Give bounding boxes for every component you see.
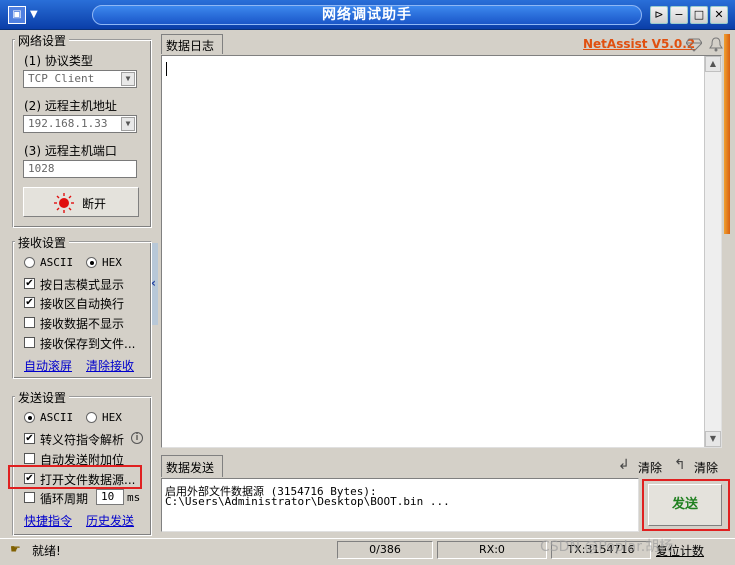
send-ascii-radio[interactable] bbox=[24, 412, 35, 423]
log-mode-checkbox[interactable]: ✔ bbox=[24, 278, 35, 289]
window-title: 网络调试助手 bbox=[92, 5, 642, 25]
chevron-down-icon[interactable]: ▼ bbox=[121, 72, 135, 86]
scroll-up-arrow-icon[interactable]: ▲ bbox=[705, 56, 721, 72]
log-scrollbar[interactable]: ▲ ▼ bbox=[704, 56, 721, 447]
send-text-line-2: C:\Users\Administrator\Desktop\BOOT.bin … bbox=[165, 495, 450, 508]
close-button[interactable]: ✕ bbox=[710, 6, 728, 24]
app-icon[interactable]: ▣ bbox=[8, 6, 26, 24]
file-source-checkbox[interactable]: ✔ bbox=[24, 473, 35, 484]
auto-scroll-link[interactable]: 自动滚屏 bbox=[24, 357, 72, 374]
status-ready-icon: ☛ bbox=[10, 542, 21, 556]
clear-receive-link[interactable]: 清除接收 bbox=[86, 357, 134, 374]
remote-host-value: 192.168.1.33 bbox=[28, 117, 108, 130]
file-source-label: 打开文件数据源... bbox=[40, 473, 136, 487]
clear-send-button-1[interactable]: 清除 bbox=[638, 459, 662, 476]
version-link[interactable]: NetAssist V5.0.2 bbox=[583, 37, 695, 51]
receive-settings-title: 接收设置 bbox=[15, 234, 70, 251]
history-send-link[interactable]: 历史发送 bbox=[86, 512, 134, 529]
bell-icon[interactable] bbox=[708, 36, 724, 52]
receive-ascii-radio[interactable] bbox=[24, 257, 35, 268]
auto-append-checkbox[interactable] bbox=[24, 453, 35, 464]
escape-parse-label: 转义符指令解析 bbox=[40, 433, 125, 447]
tab-data-send-label: 数据发送 bbox=[166, 461, 215, 475]
protocol-value: TCP Client bbox=[28, 72, 95, 85]
clear-up-arrow-icon[interactable]: ↰ bbox=[674, 457, 686, 473]
hide-received-label: 接收数据不显示 bbox=[40, 317, 125, 331]
loop-checkbox[interactable] bbox=[24, 492, 35, 503]
watermark: CSDN @Poplar.胡杨 bbox=[540, 539, 674, 555]
loop-period-input[interactable]: 10 bbox=[96, 489, 124, 505]
status-ready: 就绪! bbox=[32, 544, 61, 558]
send-hex-radio[interactable] bbox=[86, 412, 97, 423]
pin-button[interactable]: ⊳ bbox=[650, 6, 668, 24]
save-to-file-label: 接收保存到文件... bbox=[40, 337, 136, 351]
send-button[interactable]: 发送 bbox=[648, 484, 722, 526]
network-settings-title: 网络设置 bbox=[15, 32, 70, 49]
status-rx: RX:0 bbox=[437, 541, 547, 559]
send-ascii-label: ASCII bbox=[40, 411, 74, 424]
remote-port-label: (3) 远程主机端口 bbox=[24, 144, 117, 158]
clear-arrow-icon[interactable]: ↲ bbox=[618, 457, 630, 473]
tab-data-log-label: 数据日志 bbox=[166, 39, 215, 53]
remote-host-select[interactable]: 192.168.1.33 ▼ bbox=[23, 115, 137, 133]
system-menu-arrow-icon[interactable]: ▼ bbox=[30, 6, 44, 24]
diamond-icon[interactable] bbox=[686, 38, 702, 52]
collapse-arrow-icon[interactable]: ‹ bbox=[151, 276, 156, 290]
tab-data-send[interactable]: 数据发送 bbox=[161, 455, 223, 477]
log-mode-label: 按日志模式显示 bbox=[40, 278, 125, 292]
minimize-button[interactable]: − bbox=[670, 6, 688, 24]
loop-unit: ms bbox=[127, 491, 141, 504]
data-log-area[interactable]: ▲ ▼ bbox=[161, 55, 722, 448]
receive-hex-label: HEX bbox=[102, 256, 122, 269]
remote-port-value: 1028 bbox=[28, 162, 55, 175]
info-icon[interactable]: i bbox=[131, 432, 143, 444]
send-settings-title: 发送设置 bbox=[15, 389, 70, 406]
connection-status-icon bbox=[54, 193, 74, 213]
chevron-down-icon[interactable]: ▼ bbox=[121, 117, 135, 131]
hide-received-checkbox[interactable] bbox=[24, 317, 35, 328]
disconnect-label: 断开 bbox=[82, 197, 107, 211]
send-text-area[interactable]: 启用外部文件数据源 (3154716 Bytes): C:\Users\Admi… bbox=[161, 478, 639, 532]
status-counter: 0/386 bbox=[337, 541, 433, 559]
clear-send-button-2[interactable]: 清除 bbox=[694, 459, 718, 476]
send-hex-label: HEX bbox=[102, 411, 122, 424]
text-cursor bbox=[166, 62, 167, 76]
protocol-select[interactable]: TCP Client ▼ bbox=[23, 70, 137, 88]
receive-hex-radio[interactable] bbox=[86, 257, 97, 268]
escape-parse-checkbox[interactable]: ✔ bbox=[24, 433, 35, 444]
scroll-down-arrow-icon[interactable]: ▼ bbox=[705, 431, 721, 447]
remote-port-input[interactable]: 1028 bbox=[23, 160, 137, 178]
auto-wrap-label: 接收区自动换行 bbox=[40, 297, 125, 311]
loop-label: 循环周期 bbox=[40, 492, 89, 506]
shortcut-command-link[interactable]: 快捷指令 bbox=[24, 512, 72, 529]
receive-ascii-label: ASCII bbox=[40, 256, 74, 269]
protocol-label: (1) 协议类型 bbox=[24, 54, 93, 68]
maximize-button[interactable]: □ bbox=[690, 6, 708, 24]
disconnect-button[interactable]: 断开 bbox=[23, 187, 139, 217]
auto-wrap-checkbox[interactable]: ✔ bbox=[24, 297, 35, 308]
tab-data-log[interactable]: 数据日志 bbox=[161, 34, 223, 54]
save-to-file-checkbox[interactable] bbox=[24, 337, 35, 348]
remote-host-label: (2) 远程主机地址 bbox=[24, 99, 117, 113]
side-accent-bar bbox=[724, 34, 730, 234]
